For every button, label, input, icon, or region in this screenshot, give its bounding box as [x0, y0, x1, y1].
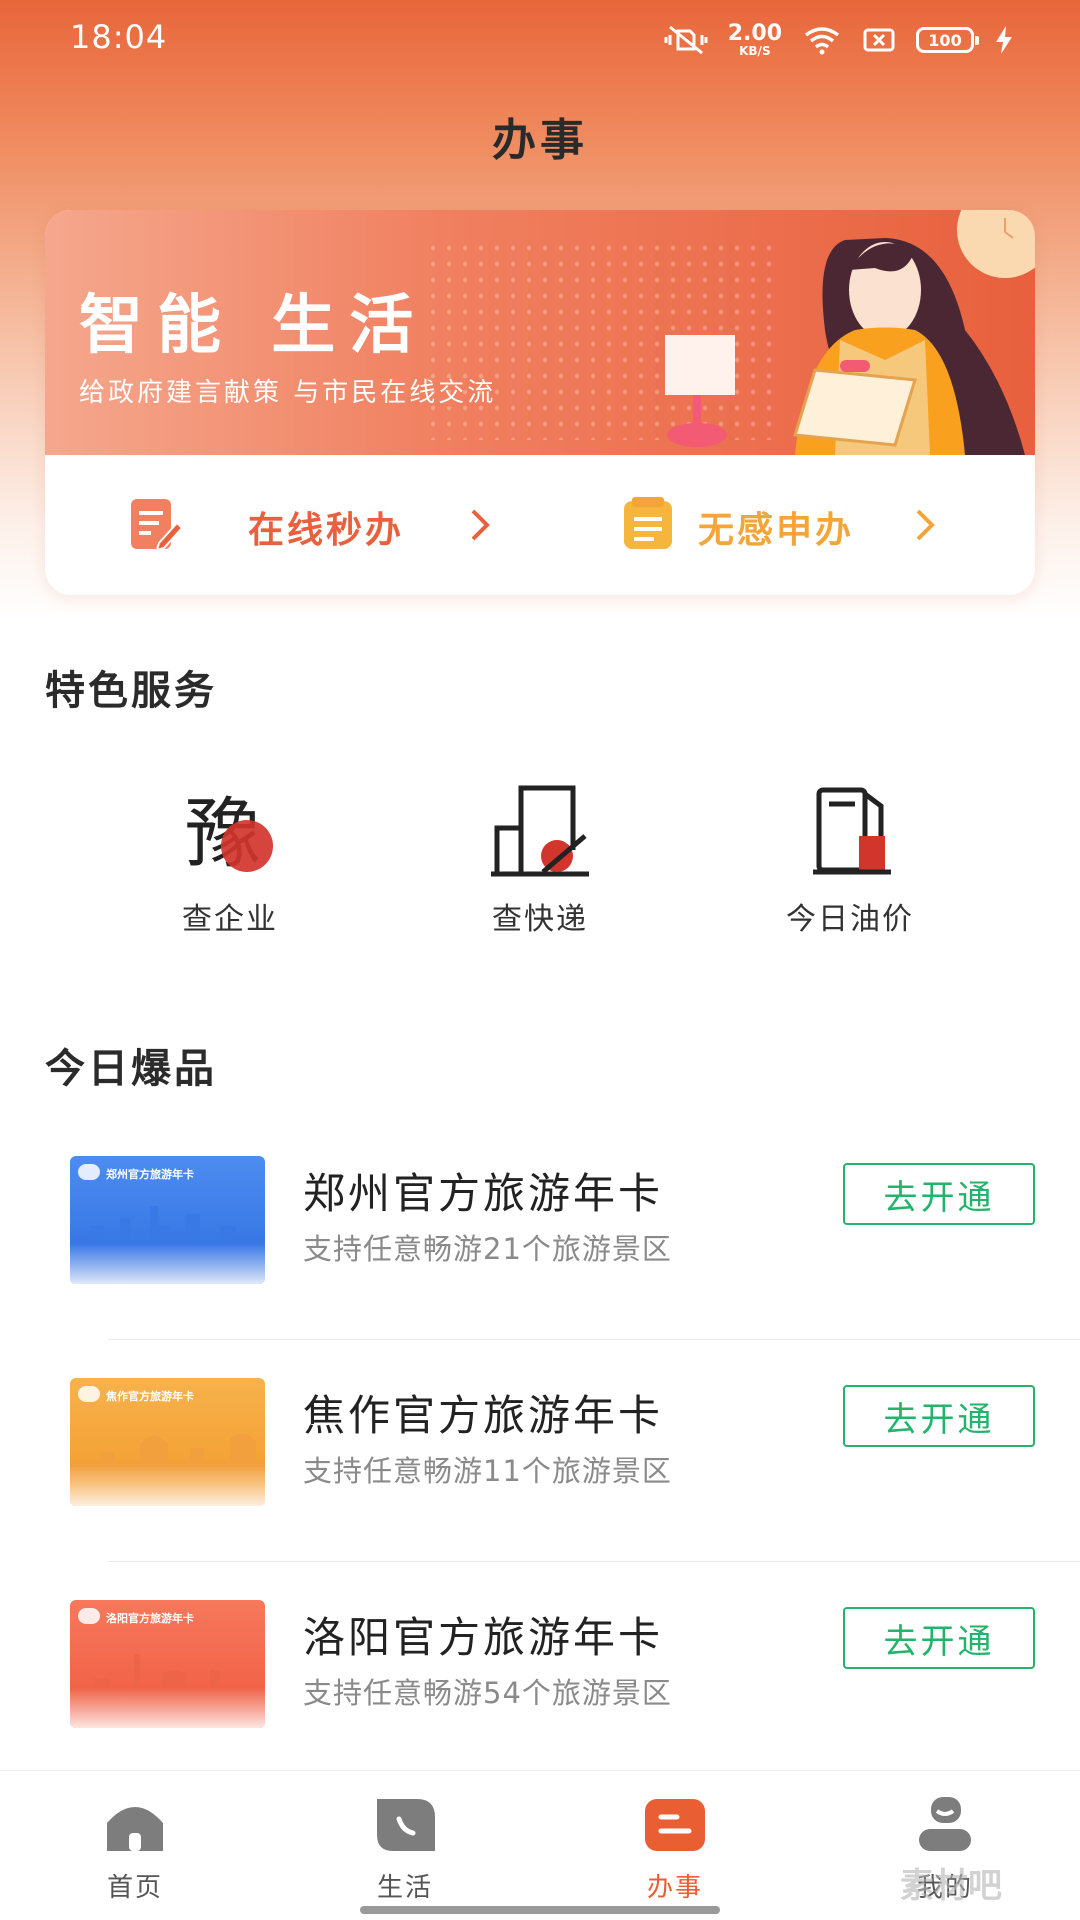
- fuel-pump-icon: [813, 787, 891, 875]
- smart-life-banner[interactable]: 智能 生活 给政府建言献策 与市民在线交流: [45, 210, 1035, 455]
- service-query-express-label: 查快递: [492, 902, 588, 937]
- status-bar: 18:04 2.00 KB/S 100: [0, 0, 1080, 80]
- charging-icon: [996, 26, 1012, 54]
- card-logo-icon: [78, 1608, 100, 1624]
- chevron-right-icon: [916, 509, 935, 541]
- network-speed-unit: KB/S: [739, 44, 771, 58]
- enterprise-seal-icon: 豫: [185, 789, 273, 878]
- banner-card: 智能 生活 给政府建言献策 与市民在线交流 在线秒办 无感申办: [45, 210, 1035, 595]
- product-description: 支持任意畅游11个旅游景区: [303, 1454, 672, 1488]
- product-name: 洛阳官方旅游年卡: [303, 1613, 664, 1662]
- banner-subtitle: 给政府建言献策 与市民在线交流: [79, 378, 497, 408]
- edit-document-icon: [131, 499, 183, 552]
- list-item[interactable]: 郑州官方旅游年卡 郑州官方旅游年卡 支持任意畅游21个旅游景区 去开通: [0, 1118, 1080, 1340]
- thumbnail-reflection: [70, 1244, 265, 1284]
- card-logo-icon: [78, 1386, 100, 1402]
- tab-life-label: 生活: [376, 1873, 433, 1903]
- product-thumbnail: 洛阳官方旅游年卡: [70, 1600, 265, 1728]
- life-icon: [377, 1799, 435, 1851]
- quick-action-seamless-label: 无感申办: [698, 510, 855, 551]
- network-speed-value: 2.00: [727, 21, 782, 46]
- thumbnail-reflection: [70, 1688, 265, 1728]
- quick-action-online[interactable]: 在线秒办: [45, 455, 540, 595]
- quick-action-seamless[interactable]: 无感申办: [540, 455, 1035, 595]
- thumbnail-title: 焦作官方旅游年卡: [106, 1390, 194, 1403]
- product-thumbnail: 焦作官方旅游年卡: [70, 1378, 265, 1506]
- product-name: 焦作官方旅游年卡: [303, 1391, 664, 1440]
- hot-section-title: 今日爆品: [45, 1046, 217, 1092]
- package-icon: [491, 785, 589, 877]
- product-thumbnail: 郑州官方旅游年卡: [70, 1156, 265, 1284]
- profile-icon: [919, 1797, 971, 1851]
- service-oil-price-label: 今日油价: [786, 902, 914, 937]
- list-item[interactable]: 洛阳官方旅游年卡 洛阳官方旅游年卡 支持任意畅游54个旅游景区 去开通: [0, 1562, 1080, 1784]
- banner-title: 智能 生活: [79, 289, 428, 363]
- network-speed: 2.00 KB/S: [727, 21, 782, 58]
- no-sim-icon: [863, 28, 895, 52]
- service-query-express[interactable]: 查快递: [430, 780, 650, 950]
- quick-action-online-label: 在线秒办: [248, 510, 405, 551]
- service-query-enterprise-label: 查企业: [182, 902, 278, 937]
- status-icons: 2.00 KB/S 100: [664, 18, 1014, 62]
- activate-button[interactable]: 去开通: [843, 1385, 1035, 1447]
- product-name: 郑州官方旅游年卡: [303, 1169, 664, 1218]
- card-logo-icon: [78, 1164, 100, 1180]
- woman-with-clipboard-illustration: [665, 210, 1035, 455]
- product-description: 支持任意畅游21个旅游景区: [303, 1232, 672, 1266]
- chevron-right-icon: [471, 509, 490, 541]
- battery-level: 100: [928, 30, 962, 50]
- note-icon: [624, 497, 672, 549]
- tab-service-label: 办事: [646, 1873, 703, 1903]
- thumbnail-title: 洛阳官方旅游年卡: [106, 1612, 194, 1625]
- status-time: 18:04: [70, 18, 168, 56]
- home-icon: [107, 1807, 163, 1851]
- tab-life[interactable]: 生活: [305, 1771, 505, 1920]
- wifi-icon: [804, 27, 840, 55]
- quick-actions: 在线秒办 无感申办: [45, 455, 1035, 595]
- service-oil-price[interactable]: 今日油价: [740, 780, 960, 950]
- watermark: 素材吧: [900, 1866, 1002, 1906]
- page-title: 办事: [492, 115, 588, 166]
- product-description: 支持任意畅游54个旅游景区: [303, 1676, 672, 1710]
- activate-button[interactable]: 去开通: [843, 1607, 1035, 1669]
- tab-home[interactable]: 首页: [35, 1771, 235, 1920]
- list-item[interactable]: 焦作官方旅游年卡 焦作官方旅游年卡 支持任意畅游11个旅游景区 去开通: [0, 1340, 1080, 1562]
- service-icon: [645, 1799, 705, 1851]
- thumbnail-title: 郑州官方旅游年卡: [106, 1168, 194, 1181]
- tab-service[interactable]: 办事: [575, 1771, 775, 1920]
- featured-section-title: 特色服务: [45, 668, 217, 714]
- home-indicator[interactable]: [360, 1906, 720, 1914]
- mute-vibrate-icon: [664, 25, 708, 55]
- thumbnail-reflection: [70, 1466, 265, 1506]
- activate-button[interactable]: 去开通: [843, 1163, 1035, 1225]
- battery-icon: 100: [916, 27, 979, 53]
- service-query-enterprise[interactable]: 豫 查企业: [120, 780, 340, 950]
- tab-home-label: 首页: [106, 1873, 163, 1903]
